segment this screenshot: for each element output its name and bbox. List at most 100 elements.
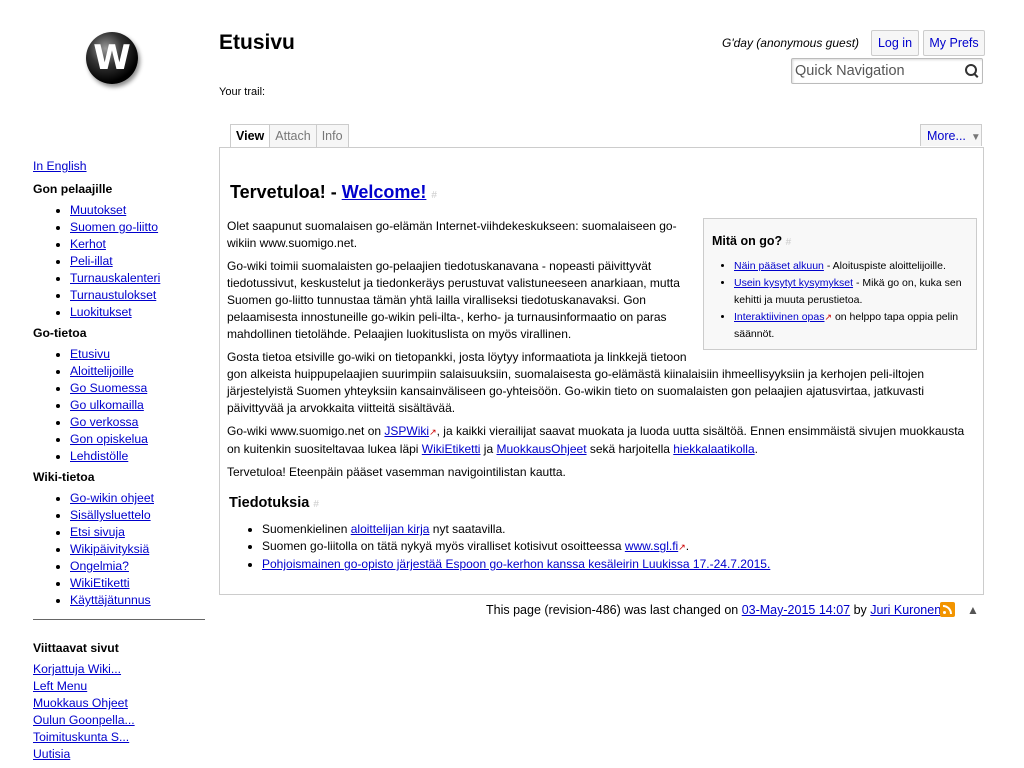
login-button[interactable]: Log in <box>871 30 919 56</box>
sidebar-item: Go verkossa <box>70 414 205 431</box>
related-pages-title: Viittaavat sivut <box>33 641 119 655</box>
sidebar-link[interactable]: Luokitukset <box>70 305 132 319</box>
left-sidebar: In English Gon pelaajille Muutokset Suom… <box>33 158 205 763</box>
sidebar-item: Peli-illat <box>70 253 205 270</box>
external-link-icon: ↗ <box>678 542 686 552</box>
faq-link[interactable]: Usein kysytyt kysymykset <box>734 277 853 289</box>
back-to-top-icon[interactable]: ▲ <box>967 603 979 617</box>
paragraph-4-text: sekä harjoitella <box>586 442 674 456</box>
sidebar-link[interactable]: Etsi sivuja <box>70 525 125 539</box>
sidebar-link[interactable]: Wikipäivityksiä <box>70 542 149 556</box>
search-input[interactable] <box>795 60 955 82</box>
paragraph-4: Go-wiki www.suomigo.net on JSPWiki↗, ja … <box>227 423 977 458</box>
logo-letter: W <box>93 38 131 78</box>
sidebar-item: Wikipäivityksiä <box>70 541 205 558</box>
notice-text: nyt saatavilla. <box>429 522 506 536</box>
notice-text: . <box>685 539 690 553</box>
welcome-link[interactable]: Welcome! <box>342 182 427 202</box>
sidebar-link[interactable]: Etusivu <box>70 347 110 361</box>
sidebar-link[interactable]: Ongelmia? <box>70 559 129 573</box>
anchor-icon[interactable]: # <box>786 237 792 248</box>
sidebar-section-title: Wiki-tietoa <box>33 470 95 484</box>
tab-attach[interactable]: Attach <box>270 124 317 147</box>
user-greeting: G'day (anonymous guest) <box>722 36 860 50</box>
author-link[interactable]: Juri Kuronen <box>870 603 941 617</box>
sidebar-link[interactable]: Go-wikin ohjeet <box>70 491 154 505</box>
related-page-link[interactable]: Oulun Goonpella... <box>33 713 135 727</box>
page-tabs: View Attach Info <box>230 124 349 148</box>
summer-camp-link[interactable]: Pohjoismainen go-opisto järjestää Espoon… <box>262 557 770 571</box>
sidebar-item: Lehdistölle <box>70 448 205 465</box>
sidebar-link[interactable]: Lehdistölle <box>70 449 128 463</box>
chevron-down-icon: ▼ <box>970 132 981 143</box>
related-page-link[interactable]: Korjattuja Wiki... <box>33 662 121 676</box>
tab-view[interactable]: View <box>230 124 271 148</box>
sgl-link[interactable]: www.sgl.fi <box>625 539 678 553</box>
sidebar-english-link[interactable]: In English <box>33 159 87 173</box>
sidebar-link[interactable]: Suomen go-liitto <box>70 220 158 234</box>
sidebar-link[interactable]: Go ulkomailla <box>70 398 144 412</box>
related-page-link[interactable]: Toimituskunta S... <box>33 730 129 744</box>
sidebar-item: Aloittelijoille <box>70 363 205 380</box>
sidebar-item: Go ulkomailla <box>70 397 205 414</box>
sandbox-link[interactable]: hiekkalaatikolla <box>673 442 754 456</box>
sidebar-link[interactable]: Muutokset <box>70 203 126 217</box>
page-title: Etusivu <box>219 31 295 54</box>
sidebar-link[interactable]: Kerhot <box>70 237 106 251</box>
rss-icon[interactable] <box>940 602 955 617</box>
related-pages-list: Korjattuja Wiki... Left Menu Muokkaus Oh… <box>33 661 205 763</box>
sidebar-list: Muutokset Suomen go-liitto Kerhot Peli-i… <box>33 202 205 321</box>
sidebar-link[interactable]: Go Suomessa <box>70 381 147 395</box>
sidebar-link[interactable]: Peli-illat <box>70 254 113 268</box>
getting-started-link[interactable]: Näin pääset alkuun <box>734 260 824 272</box>
list-item: Suomenkielinen aloittelijan kirja nyt sa… <box>262 521 977 538</box>
interactive-guide-link[interactable]: Interaktiivinen opas <box>734 311 824 323</box>
what-is-go-list: Näin pääset alkuun - Aloituspiste aloitt… <box>712 258 968 343</box>
paragraph-4-text: Go-wiki www.suomigo.net on <box>227 424 385 438</box>
wiki-logo[interactable]: W <box>86 32 138 84</box>
welcome-heading-prefix: Tervetuloa! - <box>230 182 342 202</box>
sidebar-section-title: Go-tietoa <box>33 326 87 340</box>
more-menu-button[interactable]: More... ▼ <box>920 124 982 146</box>
welcome-heading: Tervetuloa! - Welcome! # <box>230 182 437 203</box>
last-changed-date-link[interactable]: 03-May-2015 14:07 <box>742 603 850 617</box>
sidebar-link[interactable]: Aloittelijoille <box>70 364 134 378</box>
sidebar-item: Kerhot <box>70 236 205 253</box>
page-footer: This page (revision-486) was last change… <box>486 603 941 617</box>
search-icon[interactable] <box>965 64 977 76</box>
related-page-link[interactable]: Uutisia <box>33 747 70 761</box>
what-is-go-title: Mitä on go? # <box>712 233 968 251</box>
list-item: Suomen go-liitolla on tätä nykyä myös vi… <box>262 538 977 556</box>
sidebar-item: Go-wikin ohjeet <box>70 490 205 507</box>
tab-info[interactable]: Info <box>316 124 349 147</box>
sidebar-item: Turnauskalenteri <box>70 270 205 287</box>
sidebar-link[interactable]: Turnaustulokset <box>70 288 156 302</box>
footer-text: This page (revision-486) was last change… <box>486 603 742 617</box>
related-page-link[interactable]: Muokkaus Ohjeet <box>33 696 128 710</box>
sidebar-item: Etusivu <box>70 346 205 363</box>
sidebar-link[interactable]: WikiEtiketti <box>70 576 130 590</box>
sidebar-item: Muutokset <box>70 202 205 219</box>
quick-navigation-search[interactable] <box>791 58 983 84</box>
sidebar-link[interactable]: Go verkossa <box>70 415 138 429</box>
related-page-link[interactable]: Left Menu <box>33 679 87 693</box>
my-prefs-button[interactable]: My Prefs <box>923 30 985 56</box>
wikietiketti-link[interactable]: WikiEtiketti <box>422 442 481 456</box>
jspwiki-link[interactable]: JSPWiki <box>384 424 429 438</box>
sidebar-link[interactable]: Sisällysluettelo <box>70 508 151 522</box>
anchor-icon[interactable]: # <box>431 190 437 201</box>
sidebar-link[interactable]: Gon opiskelua <box>70 432 148 446</box>
list-item: Usein kysytyt kysymykset - Mikä go on, k… <box>734 275 968 309</box>
sidebar-link[interactable]: Käyttäjätunnus <box>70 593 151 607</box>
paragraph-4-text: ja <box>480 442 497 456</box>
footer-text: by <box>850 603 871 617</box>
external-link-icon: ↗ <box>429 427 437 437</box>
list-item: Näin pääset alkuun - Aloituspiste aloitt… <box>734 258 968 275</box>
sidebar-link[interactable]: Turnauskalenteri <box>70 271 160 285</box>
muokkausohjeet-link[interactable]: MuokkausOhjeet <box>496 442 586 456</box>
notices-heading: Tiedotuksia # <box>229 495 977 513</box>
sidebar-list: Etusivu Aloittelijoille Go Suomessa Go u… <box>33 346 205 465</box>
anchor-icon[interactable]: # <box>313 499 319 510</box>
beginner-book-link[interactable]: aloittelijan kirja <box>351 522 430 536</box>
sidebar-item: Luokitukset <box>70 304 205 321</box>
